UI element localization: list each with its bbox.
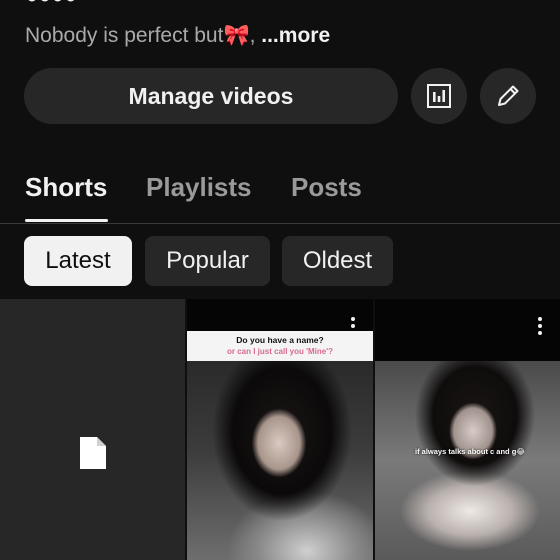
video-overlay-text: if always talks about c and g😂 (415, 447, 526, 456)
active-tab-indicator (25, 219, 108, 222)
bio-text: Nobody is perfect but🎀, (25, 24, 262, 47)
edit-channel-button[interactable] (480, 68, 536, 124)
analytics-button[interactable] (411, 68, 467, 124)
pencil-icon (498, 85, 519, 106)
tab-posts[interactable]: Posts (291, 172, 362, 203)
shorts-grid: Do you have a name? or can I just call y… (0, 299, 560, 560)
filter-chip-popular[interactable]: Popular (145, 236, 270, 286)
video-frame-image (375, 361, 560, 560)
caption-line-2: or can I just call you 'Mine'? (226, 347, 334, 356)
channel-name-cropped: •••• (26, 0, 78, 17)
filter-chip-latest[interactable]: Latest (24, 236, 132, 286)
video-caption-card: Do you have a name? or can I just call y… (187, 331, 373, 361)
short-thumbnail-processing[interactable] (0, 299, 185, 560)
manage-videos-button[interactable]: Manage videos (24, 68, 398, 124)
short-thumbnail[interactable]: if always talks about c and g😂 (375, 299, 560, 560)
bio-more-link[interactable]: ...more (261, 24, 330, 47)
channel-actions: Manage videos (24, 68, 536, 124)
channel-page: •••• Nobody is perfect but🎀, ...more Man… (0, 0, 560, 560)
tab-shorts[interactable]: Shorts (25, 172, 107, 203)
more-options-icon[interactable] (536, 317, 544, 337)
video-frame-image (187, 361, 373, 560)
filter-chip-oldest[interactable]: Oldest (282, 236, 393, 286)
analytics-icon (427, 84, 451, 108)
tab-playlists[interactable]: Playlists (146, 172, 252, 203)
channel-bio[interactable]: Nobody is perfect but🎀, ...more (25, 24, 330, 48)
short-thumbnail[interactable]: Do you have a name? or can I just call y… (187, 299, 373, 560)
caption-line-1: Do you have a name? (236, 335, 324, 345)
document-icon (80, 437, 106, 469)
channel-tabs: Shorts Playlists Posts (0, 160, 560, 224)
